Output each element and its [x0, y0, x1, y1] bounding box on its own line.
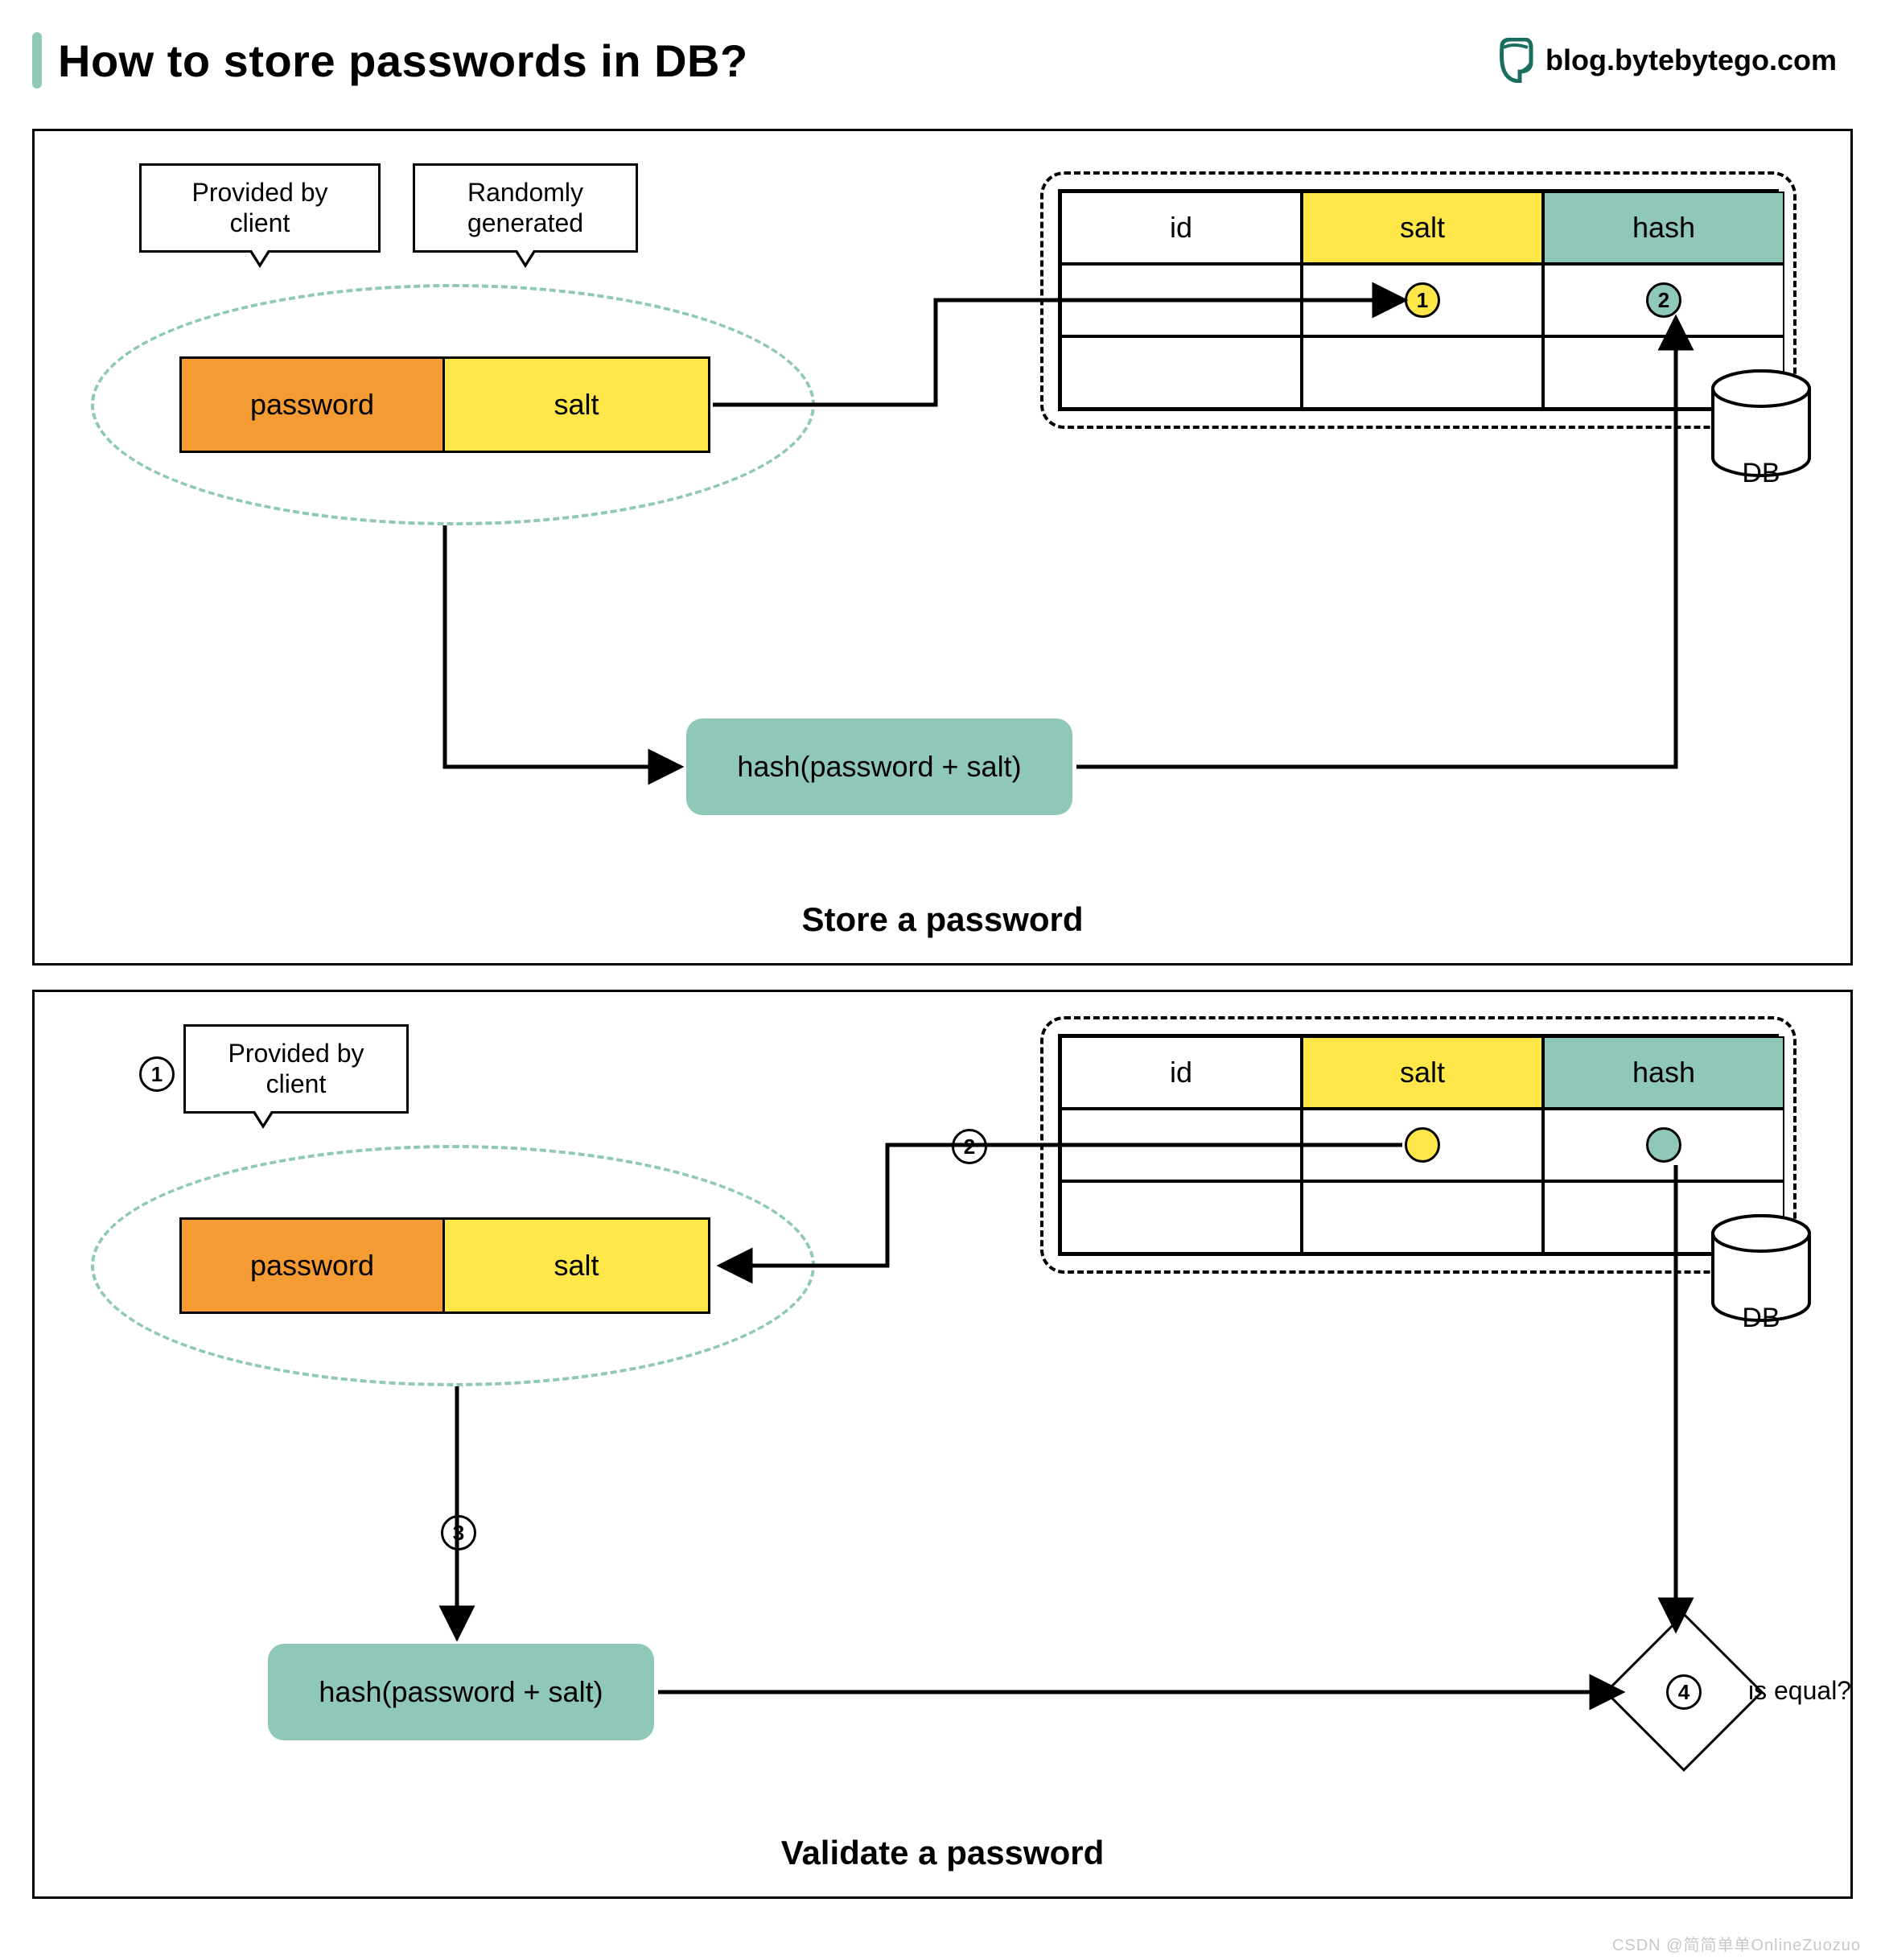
panel-validate-caption: Validate a password: [781, 1834, 1105, 1872]
bytebytego-logo-icon: [1496, 38, 1536, 83]
decision-label: is equal?: [1748, 1676, 1851, 1706]
cell-salt: salt: [445, 356, 710, 453]
title-wrap: How to store passwords in DB?: [32, 32, 748, 89]
td-id-2: [1060, 336, 1302, 409]
th-salt: salt: [1302, 191, 1543, 264]
th-id: id: [1060, 191, 1302, 264]
hash-function-box: hash(password + salt): [686, 719, 1072, 815]
badge-hash-step: 2: [1646, 282, 1681, 318]
db-cylinder-label-v: DB: [1705, 1303, 1817, 1334]
db-cylinder-icon-v: DB: [1705, 1214, 1817, 1327]
hash-function-box-validate: hash(password + salt): [268, 1644, 654, 1740]
cell-password: password: [179, 356, 445, 453]
brand: blog.bytebytego.com: [1496, 38, 1837, 83]
dot-hash: [1646, 1127, 1681, 1163]
dot-salt: [1405, 1127, 1440, 1163]
step-4-badge: 4: [1666, 1674, 1702, 1710]
th-id-v: id: [1060, 1036, 1302, 1109]
tag-randomly-generated: Randomly generated: [413, 163, 638, 253]
tag-provided-by-client-validate: Provided by client: [183, 1024, 409, 1114]
th-salt-v: salt: [1302, 1036, 1543, 1109]
db-cylinder-label: DB: [1705, 458, 1817, 489]
brand-text: blog.bytebytego.com: [1545, 43, 1837, 77]
td-hash-v1: [1543, 1109, 1784, 1181]
th-hash-v: hash: [1543, 1036, 1784, 1109]
cell-password-validate: password: [179, 1217, 445, 1314]
badge-salt-step: 1: [1405, 282, 1440, 318]
td-salt-v1: [1302, 1109, 1543, 1181]
page-title: How to store passwords in DB?: [58, 35, 748, 87]
tag-provided-by-client: Provided by client: [139, 163, 381, 253]
td-id-v2: [1060, 1181, 1302, 1254]
db-table-validate: id salt hash DB: [1040, 1016, 1797, 1274]
password-salt-pair-validate: password salt: [179, 1217, 710, 1314]
db-cylinder-icon: DB: [1705, 369, 1817, 482]
td-hash-1: 2: [1543, 264, 1784, 336]
password-salt-pair: password salt: [179, 356, 710, 453]
tag-provided-by-client-text: Provided by client: [192, 178, 328, 237]
cell-salt-validate: salt: [445, 1217, 710, 1314]
watermark: CSDN @简简单单OnlineZuozuo: [1612, 1932, 1861, 1955]
step-1-badge: 1: [139, 1056, 175, 1092]
title-accent-bar: [32, 32, 42, 89]
panel-store-caption: Store a password: [801, 900, 1083, 939]
tag-text: Provided by client: [228, 1039, 364, 1098]
db-table-store: id salt hash 1 2: [1040, 171, 1797, 429]
step-3-badge: 3: [441, 1515, 476, 1550]
td-salt-2: [1302, 336, 1543, 409]
td-id-v1: [1060, 1109, 1302, 1181]
tag-randomly-generated-text: Randomly generated: [467, 178, 583, 237]
panel-store-password: Provided by client Randomly generated pa…: [32, 129, 1853, 966]
step-2-badge: 2: [952, 1129, 987, 1164]
td-id-1: [1060, 264, 1302, 336]
td-salt-1: 1: [1302, 264, 1543, 336]
header: How to store passwords in DB? blog.byteb…: [0, 0, 1885, 113]
th-hash: hash: [1543, 191, 1784, 264]
decision-diamond: 4: [1628, 1636, 1740, 1748]
td-salt-v2: [1302, 1181, 1543, 1254]
panel-validate-password: 1 Provided by client password salt id sa…: [32, 990, 1853, 1899]
